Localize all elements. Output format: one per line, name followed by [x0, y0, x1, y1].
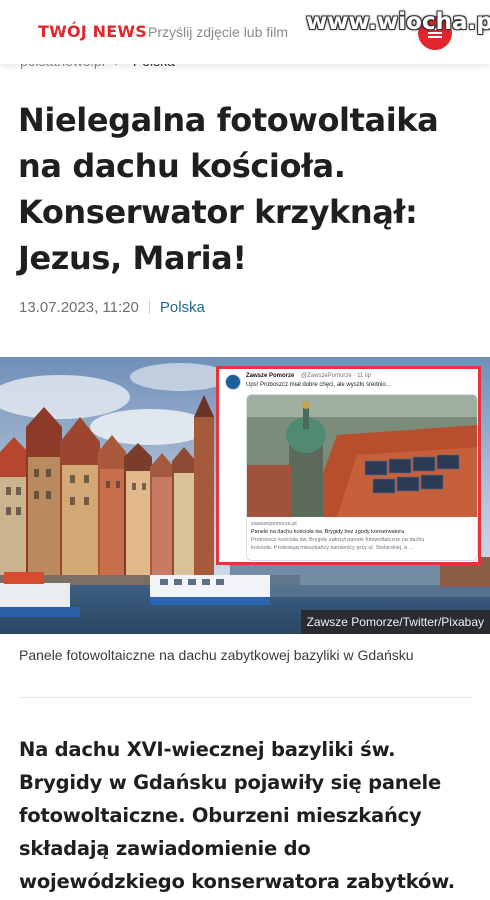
- headline-line: Jezus, Maria!: [18, 239, 247, 277]
- lead-line: Na dachu XVI-wiecznej bazyliki św.: [19, 738, 396, 761]
- lead-line: składają zawiadomienie do: [19, 837, 311, 860]
- lead-line: Brygidy w Gdańsku pojawiły się panele: [19, 771, 442, 794]
- tweet-link-card: zawszepomorze.pl Panele na dachu kościoł…: [246, 394, 478, 561]
- divider: [19, 697, 472, 698]
- headline-line: Nielegalna fotowoltaika: [18, 101, 439, 139]
- watermark: www.wiocha.pl: [306, 9, 490, 35]
- headline-line: na dachu kościoła.: [18, 147, 346, 185]
- tweet-handle: @ZawszePomorze · 11 lip: [301, 373, 372, 379]
- meta-divider: [148, 299, 150, 314]
- tweet-text: Ups! Proboszcz miał dobre chęci, ale wys…: [246, 382, 391, 388]
- top-bar: TWÓJ NEWS Przyślij zdjęcie lub film www.…: [0, 0, 490, 64]
- tweet-screenshot: Zawsze Pomorze @ZawszePomorze · 11 lip U…: [216, 366, 481, 565]
- card-description: kościoła. Protestują mieszkańcy kamienic…: [251, 545, 414, 551]
- card-description: Proboszcz kościoła św. Brygidy założył p…: [251, 537, 425, 543]
- church-roof-photo: [247, 395, 477, 517]
- send-photo-link[interactable]: Przyślij zdjęcie lub film: [148, 24, 288, 40]
- section-link[interactable]: Polska: [160, 299, 205, 316]
- tweet-author: Zawsze Pomorze: [246, 373, 295, 379]
- image-caption: Panele fotowoltaiczne na dachu zabytkowe…: [19, 647, 414, 663]
- hero-image[interactable]: Zawsze Pomorze @ZawszePomorze · 11 lip U…: [0, 357, 490, 634]
- article-lead: Na dachu XVI-wiecznej bazyliki św. Brygi…: [19, 733, 484, 898]
- twoj-news-link[interactable]: TWÓJ NEWS: [38, 22, 147, 41]
- article-meta: 13.07.2023, 11:20 Polska: [19, 299, 205, 316]
- article-headline: Nielegalna fotowoltaika na dachu kościoł…: [18, 97, 478, 281]
- photo-credit: Zawsze Pomorze/Twitter/Pixabay: [300, 610, 490, 634]
- card-domain: zawszepomorze.pl: [251, 521, 297, 527]
- lead-line: fotowoltaiczne. Oburzeni mieszkańcy: [19, 804, 422, 827]
- lead-line: wojewódzkiego konserwatora zabytków.: [19, 870, 456, 893]
- publish-date: 13.07.2023, 11:20: [19, 299, 139, 316]
- tweet-avatar: [225, 374, 241, 390]
- card-title: Panele na dachu kościoła św. Brygidy bez…: [251, 529, 405, 535]
- headline-line: Konserwator krzyknął:: [18, 193, 418, 231]
